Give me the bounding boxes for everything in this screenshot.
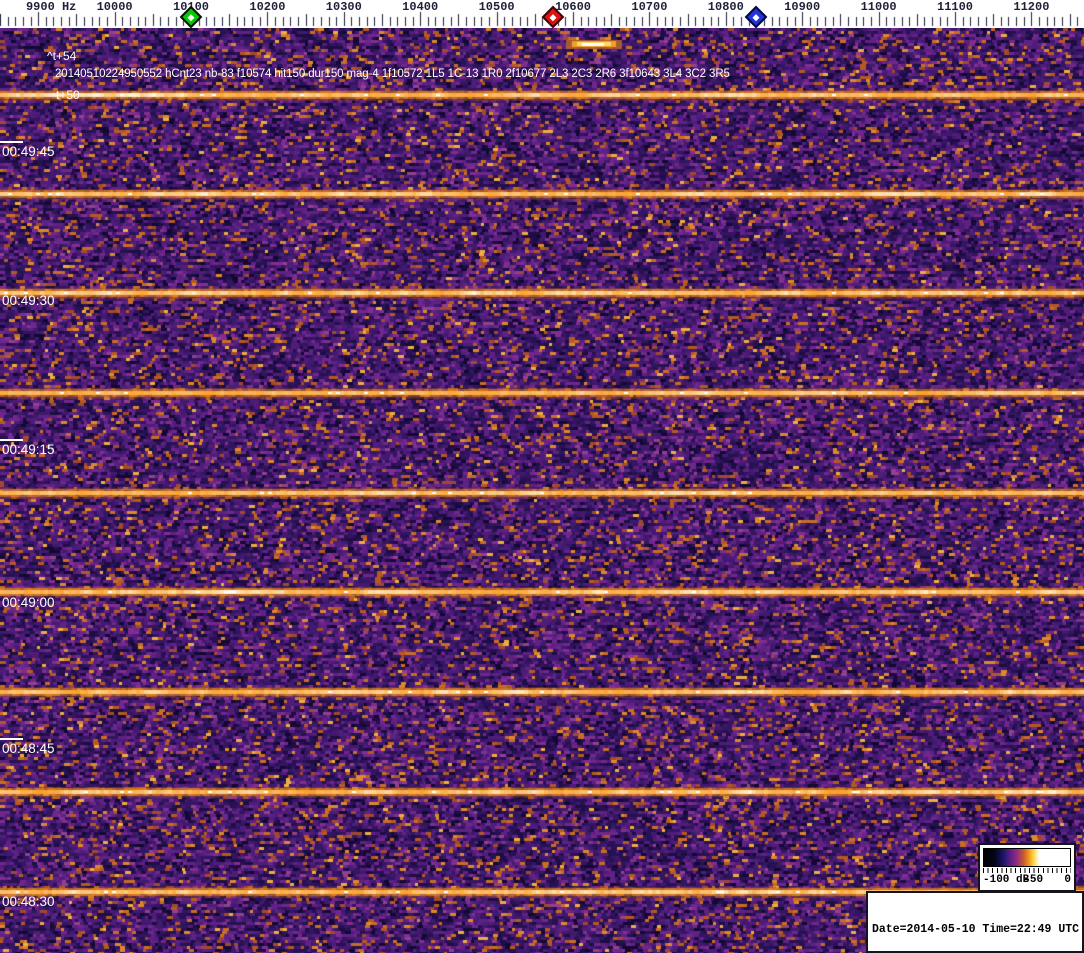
freq-axis-label: 9900 Hz [25,0,77,14]
time-axis-tick [0,141,23,143]
time-axis-label: 00:49:15 [2,442,55,457]
observation-info-box: Date=2014-05-10 Time=22:49 UTC Freq=143 … [866,891,1084,953]
db-color-scale-legend: -100 dB -50 0 [978,843,1076,892]
time-axis-label: 00:49:00 [2,595,55,610]
info-date-line: Date=2014-05-10 Time=22:49 UTC [872,923,1080,936]
db-gradient-bar [983,848,1071,867]
freq-axis-label: 10300 [325,0,362,14]
freq-axis-label: 10000 [96,0,133,14]
freq-axis-label: 10700 [631,0,668,14]
time-axis-label: 00:49:30 [2,293,55,308]
db-label-mid: -50 [1023,874,1044,886]
time-axis-label: 00:48:45 [2,741,55,756]
db-label-max: 0 [1064,874,1071,886]
annotation-t54: ^t+54 [47,49,77,63]
freq-axis-label: 11100 [936,0,974,14]
annotation-t50: t+50 [56,88,80,102]
freq-axis-label: 10900 [784,0,821,14]
spectrogram-canvas [0,28,1084,953]
spectrogram-app: 9900 Hz100001010010200103001040010500106… [0,0,1084,953]
time-axis-tick [0,439,23,441]
freq-axis-label: 11000 [860,0,897,14]
freq-axis-label: 11200 [1013,0,1050,14]
marker-center-dot [752,13,760,21]
time-axis-tick [0,738,23,740]
freq-axis-label: 10500 [478,0,515,14]
freq-axis-label: 10400 [402,0,439,14]
marker-center-dot [187,13,195,21]
freq-axis-label: 10600 [554,0,592,14]
freq-axis-label: 10200 [249,0,286,14]
frequency-ruler: 9900 Hz100001010010200103001040010500106… [0,0,1084,28]
frequency-ruler-ticks [0,0,1084,28]
freq-axis-label: 10800 [707,0,744,14]
annotation-detection: 20140510224950552 hCnt23 nb-83 f10574 hi… [55,68,730,80]
db-scale-labels: -100 dB -50 0 [983,873,1071,888]
time-axis-label: 00:48:30 [2,894,55,909]
marker-center-dot [549,13,557,21]
time-axis-label: 00:49:45 [2,144,55,159]
